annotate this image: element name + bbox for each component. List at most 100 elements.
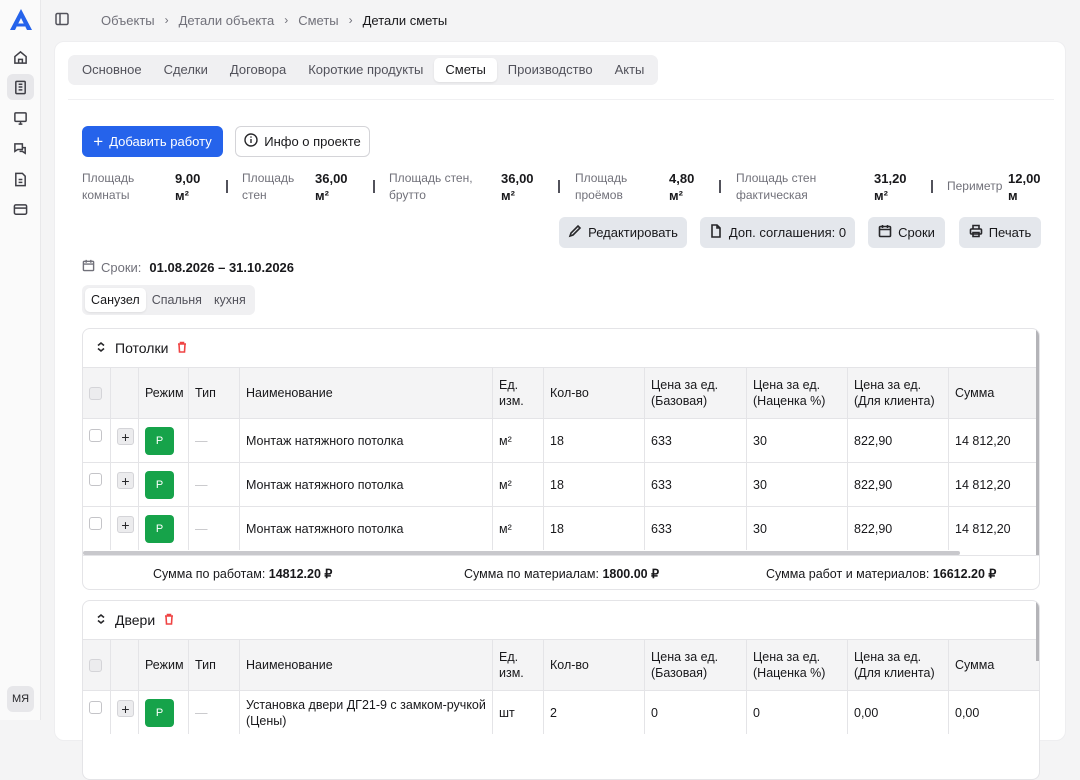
trash-icon[interactable]: [176, 340, 188, 356]
tab-acts[interactable]: Акты: [604, 58, 656, 82]
monitor-icon[interactable]: [7, 105, 34, 131]
expand-row-icon[interactable]: +: [117, 700, 134, 717]
mode-badge[interactable]: Р: [145, 426, 174, 455]
estimate-section: Двери Режим Тип Наименование Ед. изм. Кол…: [82, 600, 1040, 780]
row-checkbox[interactable]: [89, 517, 102, 530]
metric-wall-area-value: 36,00 м²: [315, 171, 348, 203]
row-qty: 18: [543, 507, 644, 550]
type-value: —: [195, 521, 208, 536]
row-markup-value: 30: [753, 477, 767, 492]
mode-badge[interactable]: Р: [145, 698, 174, 727]
expand-row-icon[interactable]: +: [117, 472, 134, 489]
row-base-price-value: 633: [651, 521, 672, 536]
breadcrumb-objects[interactable]: Объекты: [101, 13, 155, 28]
metric-divider: [373, 180, 375, 193]
row-unit: м²: [492, 419, 543, 462]
deadlines-button[interactable]: Сроки: [868, 217, 945, 248]
row-checkbox-cell: [83, 463, 110, 506]
row-checkbox[interactable]: [89, 429, 102, 442]
type-value: —: [195, 433, 208, 448]
header-name: Наименование: [239, 368, 492, 418]
edit-button[interactable]: Редактировать: [559, 217, 687, 248]
app-logo-icon[interactable]: [8, 8, 34, 32]
building-icon[interactable]: [7, 74, 34, 100]
section-title: Потолки: [115, 340, 169, 356]
row-checkbox-cell: [83, 419, 110, 462]
header-unit: Ед. изм.: [492, 640, 543, 690]
print-label: Печать: [988, 225, 1032, 240]
vertical-scrollbar[interactable]: [1036, 601, 1039, 661]
card-icon[interactable]: [7, 196, 34, 222]
row-qty-value: 18: [550, 477, 564, 492]
mode-badge[interactable]: Р: [145, 514, 174, 543]
room-tab-bedroom[interactable]: Спальня: [146, 288, 208, 312]
header-client-price: Цена за ед. (Для клиента): [847, 368, 948, 418]
user-avatar[interactable]: МЯ: [7, 686, 34, 712]
tab-short-products[interactable]: Короткие продукты: [297, 58, 434, 82]
chat-icon[interactable]: [7, 136, 34, 162]
row-name-text: Установка двери ДГ21-9 с замком-ручкой: [246, 697, 486, 712]
header-sum: Сумма: [948, 640, 1039, 690]
row-name: Монтаж натяжного потолка: [239, 507, 492, 550]
select-all-checkbox[interactable]: [89, 658, 102, 672]
row-checkbox[interactable]: [89, 473, 102, 486]
row-name-text: Монтаж натяжного потолка: [246, 477, 404, 492]
row-client-price-value: 822,90: [854, 477, 893, 492]
tab-main[interactable]: Основное: [71, 58, 153, 82]
row-unit-value: м²: [499, 433, 512, 448]
row-type: —: [188, 419, 239, 462]
row-markup-value: 0: [753, 705, 760, 720]
tab-estimates[interactable]: Сметы: [434, 58, 497, 82]
row-qty-value: 2: [550, 705, 557, 720]
addenda-label: Доп. соглашения: 0: [728, 225, 847, 240]
row-mode: Р: [138, 691, 188, 734]
room-tab-kitchen[interactable]: кухня: [208, 288, 252, 312]
header-unit: Ед. изм.: [492, 368, 543, 418]
trash-icon[interactable]: [163, 612, 175, 628]
project-info-button[interactable]: Инфо о проекте: [235, 126, 370, 157]
breadcrumb-estimates[interactable]: Сметы: [298, 13, 338, 28]
metric-divider: [719, 180, 721, 193]
mode-badge[interactable]: Р: [145, 470, 174, 499]
info-icon: [244, 133, 258, 150]
row-client-price: 0,00: [847, 691, 948, 734]
add-work-button[interactable]: + Добавить работу: [82, 126, 223, 157]
metric-gross-wall-area-value: 36,00 м²: [501, 171, 534, 203]
plus-icon: +: [93, 131, 104, 151]
tab-production[interactable]: Производство: [497, 58, 604, 82]
home-icon[interactable]: [7, 44, 34, 70]
section-header: Потолки: [83, 329, 1039, 367]
room-tab-bathroom[interactable]: Санузел: [85, 288, 146, 312]
expand-row-icon[interactable]: +: [117, 428, 134, 445]
addenda-button[interactable]: Доп. соглашения: 0: [700, 217, 855, 248]
row-checkbox[interactable]: [89, 701, 102, 714]
row-unit: м²: [492, 507, 543, 550]
expand-row-icon[interactable]: +: [117, 516, 134, 533]
section-header: Двери: [83, 601, 1039, 639]
chevron-right-icon: ›: [284, 13, 289, 27]
select-all-checkbox[interactable]: [89, 386, 102, 400]
metric-actual-wall-area-value: 31,20 м²: [874, 171, 907, 203]
nav-rail: МЯ: [0, 0, 41, 720]
expand-collapse-icon[interactable]: [95, 612, 107, 628]
row-unit-value: м²: [499, 521, 512, 536]
edit-label: Редактировать: [588, 225, 678, 240]
sidebar-toggle-icon[interactable]: [55, 12, 71, 28]
row-base-price: 633: [644, 463, 746, 506]
type-value: —: [195, 705, 208, 720]
metric-room-area-label: Площадь комнаты: [82, 171, 135, 202]
breadcrumb-object-details[interactable]: Детали объекта: [179, 13, 275, 28]
row-sum-value: 0,00: [955, 705, 980, 720]
row-mode: Р: [138, 419, 188, 462]
tab-deals[interactable]: Сделки: [153, 58, 219, 82]
document-icon[interactable]: [7, 166, 34, 192]
row-expand-cell: +: [110, 691, 138, 734]
row-markup: 30: [746, 463, 847, 506]
type-value: —: [195, 477, 208, 492]
print-button[interactable]: Печать: [959, 217, 1041, 248]
tab-contracts[interactable]: Договора: [219, 58, 297, 82]
vertical-scrollbar[interactable]: [1036, 329, 1039, 555]
row-expand-cell: +: [110, 463, 138, 506]
metric-perimeter-label: Периметр: [947, 179, 1003, 193]
expand-collapse-icon[interactable]: [95, 340, 107, 356]
